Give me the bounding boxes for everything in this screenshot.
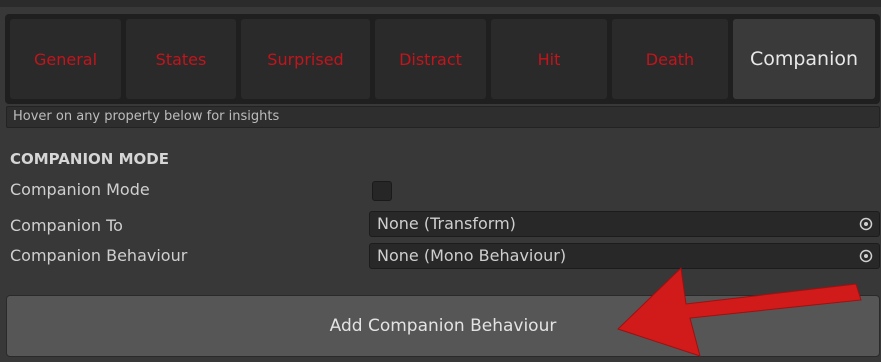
add-companion-behaviour-label: Add Companion Behaviour — [329, 316, 557, 336]
tab-general[interactable]: General — [10, 19, 121, 99]
tab-hit[interactable]: Hit — [491, 19, 607, 99]
insights-hint-bar: Hover on any property below for insights — [6, 106, 880, 128]
section-title: COMPANION MODE — [10, 150, 169, 168]
circle-dot-icon[interactable] — [859, 249, 873, 263]
companion-behaviour-value: None (Mono Behaviour) — [377, 246, 567, 265]
tab-companion[interactable]: Companion — [733, 19, 875, 99]
tab-distract[interactable]: Distract — [375, 19, 486, 99]
tab-surprised[interactable]: Surprised — [241, 19, 370, 99]
circle-dot-icon[interactable] — [859, 217, 873, 231]
window-top-border — [0, 0, 881, 7]
companion-to-field[interactable]: None (Transform) — [369, 211, 880, 237]
tab-death[interactable]: Death — [612, 19, 728, 99]
companion-to-label: Companion To — [10, 216, 123, 235]
tab-bar: General States Surprised Distract Hit De… — [5, 14, 880, 104]
companion-behaviour-field[interactable]: None (Mono Behaviour) — [369, 243, 880, 269]
add-companion-behaviour-button[interactable]: Add Companion Behaviour — [6, 295, 880, 357]
companion-behaviour-label: Companion Behaviour — [10, 246, 188, 265]
companion-mode-checkbox[interactable] — [372, 181, 392, 201]
companion-to-value: None (Transform) — [377, 214, 516, 233]
tab-states[interactable]: States — [126, 19, 236, 99]
companion-mode-label: Companion Mode — [10, 180, 150, 199]
